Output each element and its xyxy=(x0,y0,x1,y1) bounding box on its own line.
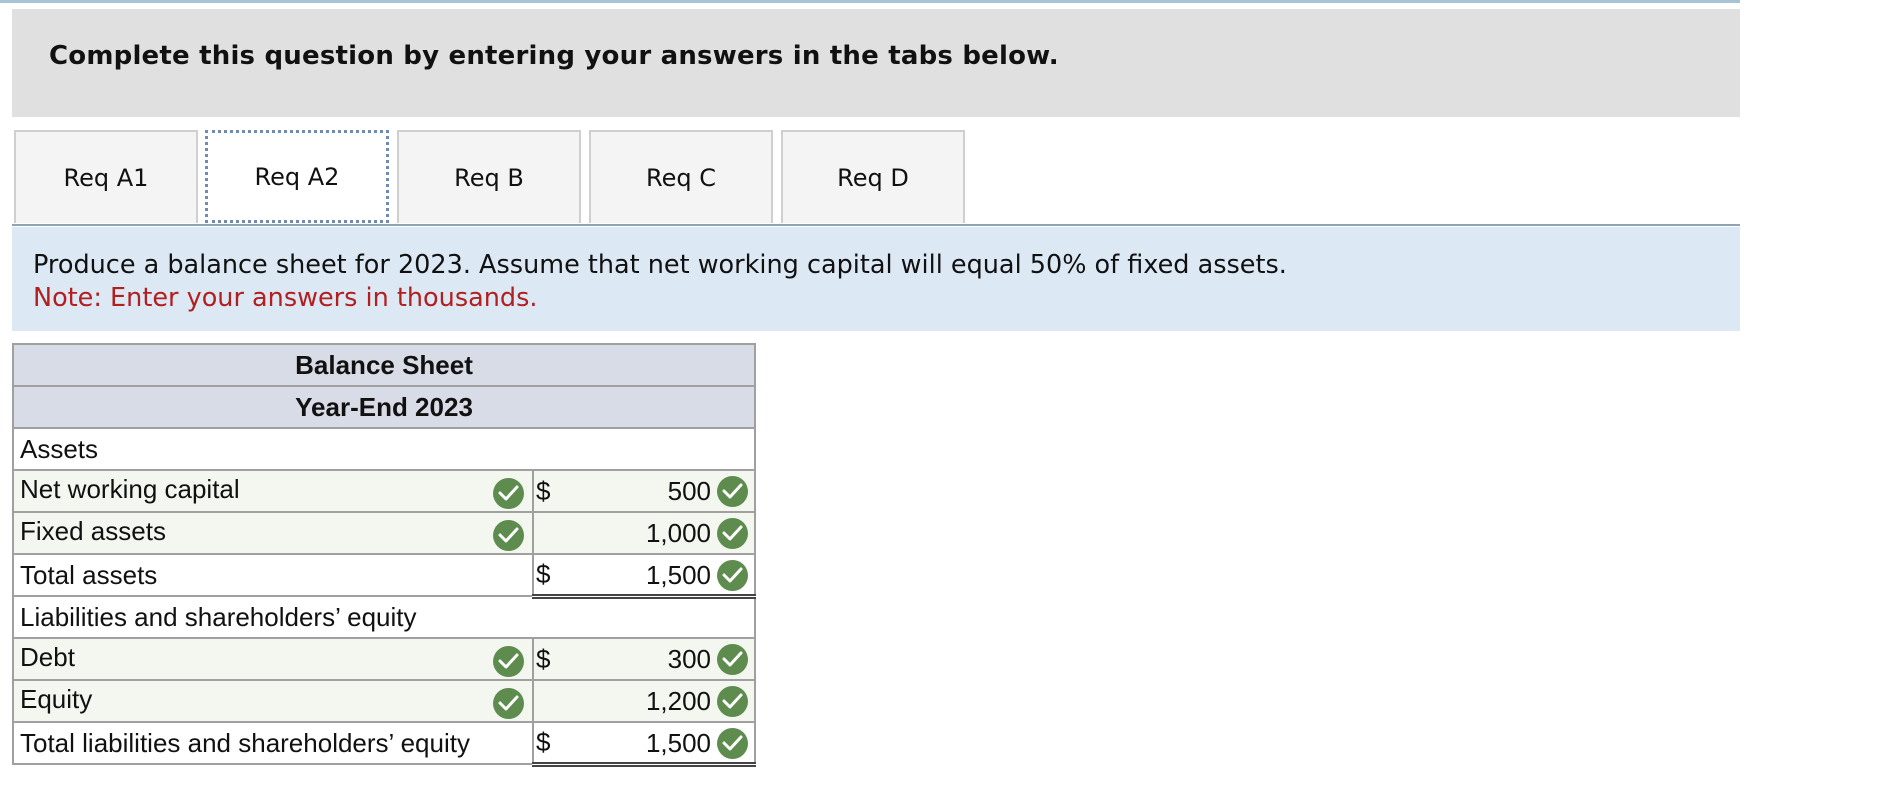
table-row: Fixed assets 1,000 xyxy=(12,511,757,555)
section-liabilities: Liabilities and shareholders’ equity xyxy=(11,595,757,639)
check-icon xyxy=(493,477,524,509)
balance-sheet-subtitle: Year-End 2023 xyxy=(11,385,757,429)
tab-bar: Req A1 Req A2 Req B Req C Req D xyxy=(12,128,1740,226)
amount-cell: 1,500 xyxy=(563,721,757,767)
row-label-cell: Equity xyxy=(12,679,534,723)
table-row: Total liabilities and shareholders’ equi… xyxy=(12,721,757,767)
table-row: Net working capital $ 500 xyxy=(12,469,757,513)
amount-cell[interactable]: 300 xyxy=(563,637,757,681)
row-label-cell: Debt xyxy=(12,637,534,681)
amount-cell[interactable]: 1,200 xyxy=(563,679,757,723)
instructions-panel: Produce a balance sheet for 2023. Assume… xyxy=(12,227,1740,331)
amount-value[interactable]: 500 xyxy=(668,476,711,507)
row-label[interactable]: Debt xyxy=(20,642,75,672)
currency-symbol xyxy=(532,679,563,723)
instructions-text: Produce a balance sheet for 2023. Assume… xyxy=(33,250,1287,280)
amount-value: 1,500 xyxy=(645,727,712,758)
check-icon xyxy=(493,519,524,551)
row-label: Total liabilities and shareholders’ equi… xyxy=(12,721,534,765)
check-icon xyxy=(717,476,749,508)
amount-cell: 1,500 xyxy=(563,553,757,599)
currency-symbol xyxy=(532,511,563,555)
amount-value[interactable]: 1,000 xyxy=(646,518,711,549)
check-icon xyxy=(717,686,749,718)
currency-symbol: $ xyxy=(532,637,563,681)
row-label-cell: Fixed assets xyxy=(12,511,534,555)
table-row: Equity 1,200 xyxy=(12,679,757,723)
tab-req-d[interactable]: Req D xyxy=(781,130,965,223)
question-header: Complete this question by entering your … xyxy=(12,9,1740,117)
tab-req-a2[interactable]: Req A2 xyxy=(205,130,389,223)
row-label[interactable]: Net working capital xyxy=(20,474,240,504)
row-label-cell: Net working capital xyxy=(12,469,534,513)
row-label[interactable]: Fixed assets xyxy=(20,516,166,546)
balance-sheet-title: Balance Sheet xyxy=(11,343,757,387)
instructions-note: Note: Enter your answers in thousands. xyxy=(33,283,538,313)
amount-cell[interactable]: 500 xyxy=(563,469,757,513)
check-icon xyxy=(717,644,749,676)
check-icon xyxy=(493,687,524,719)
tab-req-c[interactable]: Req C xyxy=(589,130,773,223)
table-row: Debt $ 300 xyxy=(12,637,757,681)
tab-req-a1[interactable]: Req A1 xyxy=(14,130,198,223)
check-icon xyxy=(493,645,524,677)
row-label: Total assets xyxy=(12,553,534,597)
currency-symbol: $ xyxy=(532,553,563,599)
amount-value[interactable]: 1,200 xyxy=(646,686,711,717)
check-icon xyxy=(717,559,749,591)
check-icon xyxy=(717,727,749,759)
header-title: Complete this question by entering your … xyxy=(49,41,1059,71)
section-assets: Assets xyxy=(11,427,757,471)
amount-value: 1,500 xyxy=(645,559,712,590)
amount-value[interactable]: 300 xyxy=(668,644,711,675)
top-rule xyxy=(0,0,1740,3)
table-row: Total assets $ 1,500 xyxy=(12,553,757,599)
amount-cell[interactable]: 1,000 xyxy=(563,511,757,555)
check-icon xyxy=(717,518,749,550)
currency-symbol: $ xyxy=(532,721,563,767)
currency-symbol: $ xyxy=(532,469,563,513)
row-label[interactable]: Equity xyxy=(20,684,92,714)
tab-req-b[interactable]: Req B xyxy=(397,130,581,223)
balance-sheet-table: Balance Sheet Year-End 2023 Assets Net w… xyxy=(11,343,757,767)
